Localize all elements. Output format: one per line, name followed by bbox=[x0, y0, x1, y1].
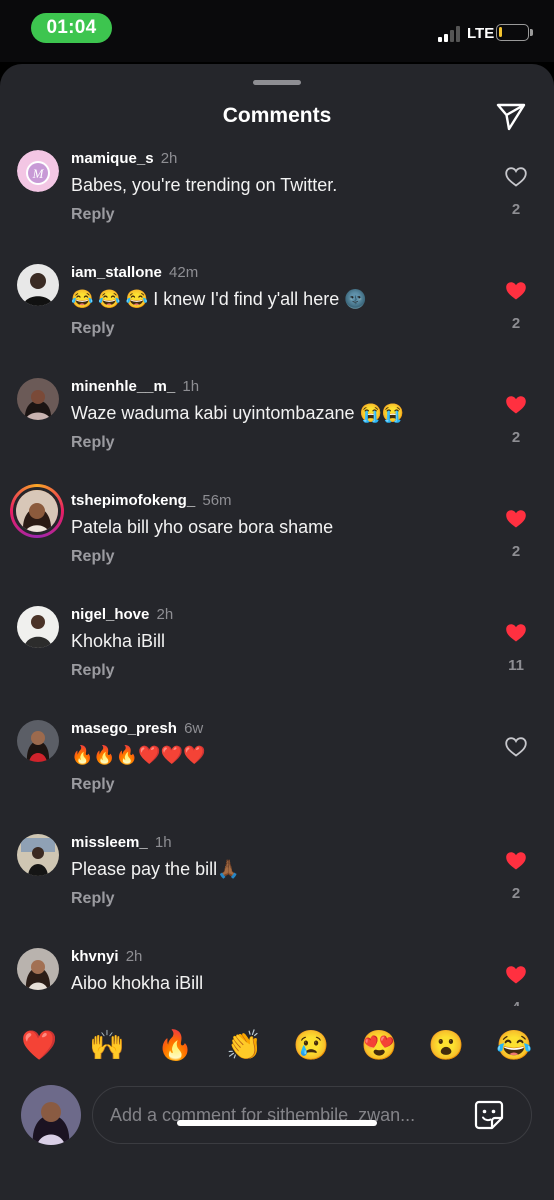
comment-username[interactable]: missleem_ bbox=[71, 834, 148, 851]
comment-input[interactable] bbox=[92, 1086, 532, 1144]
comment-item: M mamique_s 2h Babes, you're trending on… bbox=[0, 144, 554, 258]
share-send-icon[interactable] bbox=[494, 100, 528, 132]
reaction-heart-eyes-emoji[interactable]: 😍 bbox=[359, 1026, 399, 1066]
comment-item: tshepimofokeng_ 56m Patela bill yho osar… bbox=[0, 484, 554, 600]
reply-button[interactable]: Reply bbox=[71, 434, 115, 452]
network-type: LTE bbox=[467, 25, 495, 42]
avatar[interactable] bbox=[17, 264, 59, 306]
comment-username[interactable]: nigel_hove bbox=[71, 606, 149, 623]
comment-text: 🔥🔥🔥❤️❤️❤️ bbox=[71, 745, 206, 765]
avatar[interactable] bbox=[17, 948, 59, 990]
comment-text: Aibo khokha iBill bbox=[71, 973, 204, 993]
reaction-laughing-emoji[interactable]: 😂 bbox=[494, 1026, 534, 1066]
reply-button[interactable]: Reply bbox=[71, 776, 115, 794]
battery-icon bbox=[496, 24, 533, 41]
quick-reactions-bar: ❤️ 🙌 🔥 👏 😢 😍 😮 😂 bbox=[0, 1026, 554, 1066]
sheet-grabber-handle[interactable] bbox=[253, 80, 301, 85]
heart-filled-icon[interactable] bbox=[505, 281, 527, 301]
comment-item: khvnyi 2h Aibo khokha iBill 4 bbox=[0, 942, 554, 1006]
avatar[interactable]: M bbox=[17, 150, 59, 192]
comment-time: 42m bbox=[169, 264, 199, 281]
comment-time: 2h bbox=[160, 150, 178, 167]
comment-time: 2h bbox=[156, 606, 174, 623]
reply-button[interactable]: Reply bbox=[71, 548, 115, 566]
comment-time: 1h bbox=[154, 834, 172, 851]
comment-text: Waze waduma kabi uyintombazane 😭😭 bbox=[71, 403, 405, 423]
comment-item: missleem_ 1h Please pay the bill🙏🏾 Reply… bbox=[0, 828, 554, 942]
like-count[interactable]: 2 bbox=[486, 201, 546, 218]
heart-outline-icon[interactable] bbox=[505, 737, 527, 757]
like-count[interactable]: 2 bbox=[486, 543, 546, 560]
reaction-heart-emoji[interactable]: ❤️ bbox=[19, 1026, 59, 1066]
heart-filled-icon[interactable] bbox=[505, 395, 527, 415]
battery-level-fill bbox=[499, 27, 502, 37]
comment-time: 2h bbox=[125, 948, 143, 965]
reply-button[interactable]: Reply bbox=[71, 890, 115, 908]
comment-time: 1h bbox=[182, 378, 200, 395]
comment-text: 😂 😂 😂 I knew I'd find y'all here 🌚 bbox=[71, 289, 367, 309]
like-count[interactable]: 2 bbox=[486, 429, 546, 446]
heart-filled-icon[interactable] bbox=[505, 623, 527, 643]
comment-username[interactable]: tshepimofokeng_ bbox=[71, 492, 195, 509]
svg-text:M: M bbox=[32, 166, 45, 181]
comment-text: Patela bill yho osare bora shame bbox=[71, 517, 334, 537]
home-indicator[interactable] bbox=[177, 1120, 377, 1126]
sticker-icon[interactable] bbox=[473, 1099, 505, 1131]
comment-text: Babes, you're trending on Twitter. bbox=[71, 175, 338, 195]
comment-item: minenhle__m_ 1h Waze waduma kabi uyintom… bbox=[0, 372, 554, 486]
comment-item: iam_stallone 42m 😂 😂 😂 I knew I'd find y… bbox=[0, 258, 554, 372]
reply-button[interactable]: Reply bbox=[71, 206, 115, 224]
signal-strength-icon bbox=[438, 26, 462, 42]
avatar[interactable] bbox=[17, 720, 59, 762]
reaction-fire-emoji[interactable]: 🔥 bbox=[155, 1026, 195, 1066]
heart-outline-icon[interactable] bbox=[505, 167, 527, 187]
like-count[interactable]: 2 bbox=[486, 885, 546, 902]
reaction-surprised-emoji[interactable]: 😮 bbox=[426, 1026, 466, 1066]
like-count[interactable]: 4 bbox=[486, 999, 546, 1006]
comment-list[interactable]: M mamique_s 2h Babes, you're trending on… bbox=[0, 144, 554, 1006]
comment-item: nigel_hove 2h Khokha iBill Reply 11 bbox=[0, 600, 554, 714]
reply-button[interactable]: Reply bbox=[71, 320, 115, 338]
like-count[interactable]: 2 bbox=[486, 315, 546, 332]
status-bar: 01:04 LTE bbox=[0, 0, 554, 62]
comments-sheet: Comments M mamique_s 2h Babes, you're tr… bbox=[0, 64, 554, 1200]
comment-username[interactable]: masego_presh bbox=[71, 720, 177, 737]
reply-button[interactable]: Reply bbox=[71, 662, 115, 680]
status-time: 01:04 bbox=[31, 13, 112, 43]
avatar[interactable] bbox=[17, 834, 59, 876]
comment-text: Please pay the bill🙏🏾 bbox=[71, 859, 240, 879]
comment-text: Khokha iBill bbox=[71, 631, 166, 651]
heart-filled-icon[interactable] bbox=[505, 851, 527, 871]
reaction-raised-hands-emoji[interactable]: 🙌 bbox=[87, 1026, 127, 1066]
heart-filled-icon[interactable] bbox=[505, 509, 527, 529]
comment-username[interactable]: khvnyi bbox=[71, 948, 119, 965]
comment-username[interactable]: mamique_s bbox=[71, 150, 154, 167]
avatar[interactable] bbox=[17, 378, 59, 420]
comment-username[interactable]: minenhle__m_ bbox=[71, 378, 175, 395]
comment-username[interactable]: iam_stallone bbox=[71, 264, 162, 281]
avatar-story-ring[interactable] bbox=[10, 484, 64, 538]
comment-item: masego_presh 6w 🔥🔥🔥❤️❤️❤️ Reply bbox=[0, 714, 554, 828]
avatar[interactable] bbox=[17, 606, 59, 648]
current-user-avatar bbox=[21, 1085, 81, 1145]
like-count[interactable]: 11 bbox=[486, 657, 546, 674]
heart-filled-icon[interactable] bbox=[505, 965, 527, 985]
reaction-clapping-emoji[interactable]: 👏 bbox=[224, 1026, 264, 1066]
reaction-crying-emoji[interactable]: 😢 bbox=[291, 1026, 331, 1066]
comment-time: 56m bbox=[202, 492, 232, 509]
comment-time: 6w bbox=[184, 720, 204, 737]
sheet-title: Comments bbox=[222, 104, 332, 127]
